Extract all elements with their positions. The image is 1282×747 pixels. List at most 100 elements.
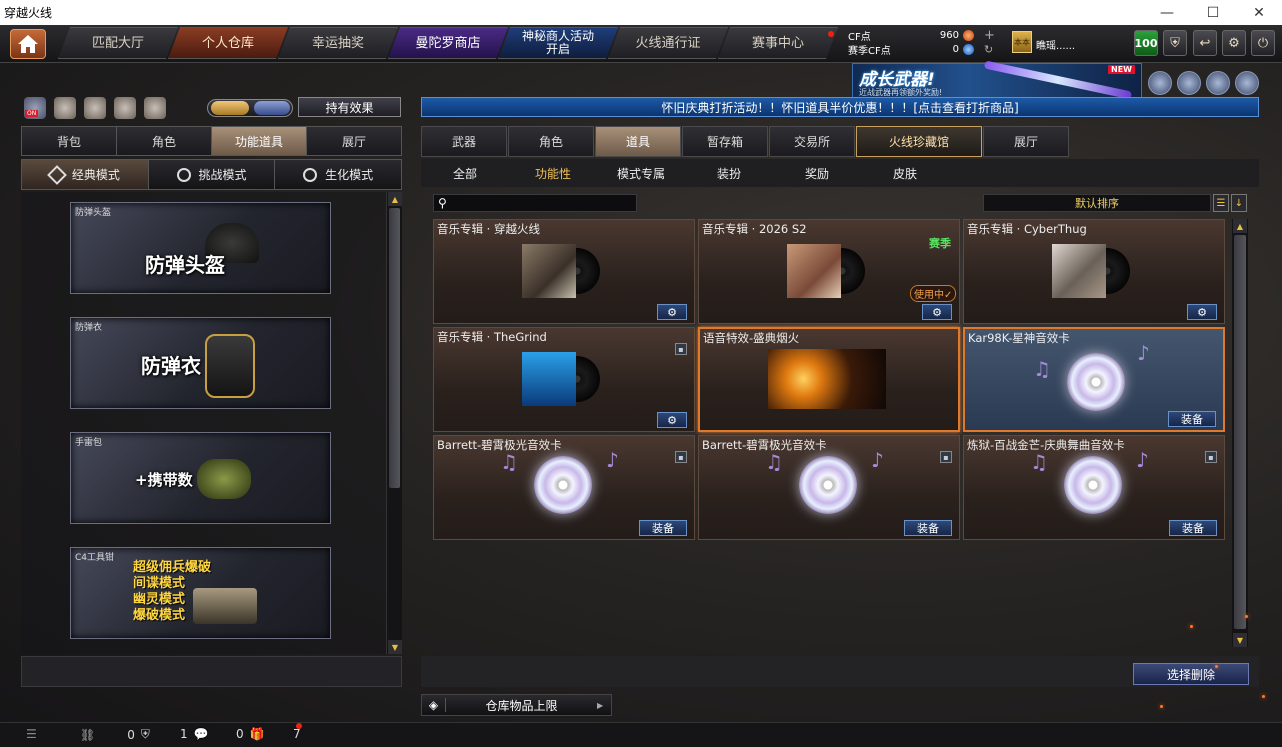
tab-mystery-merchant[interactable]: 神秘商人活动开启 xyxy=(498,27,618,59)
item-card[interactable]: 音乐专辑 · CyberThug ⚙ xyxy=(963,219,1225,324)
list-item[interactable]: 手雷包 +携带数 xyxy=(70,432,331,524)
list-item[interactable]: 防弹头盔 防弹头盔 xyxy=(70,202,331,294)
left-scrollbar[interactable]: ▲ ▼ xyxy=(386,192,402,654)
equip-button[interactable]: 装备 xyxy=(1168,411,1216,427)
subtab-dressup[interactable]: 装扮 xyxy=(685,159,773,187)
item-settings-icon[interactable]: ⚙ xyxy=(657,412,687,428)
equip-button[interactable]: 装备 xyxy=(639,520,687,536)
gifts-counter[interactable]: 0 🎁 xyxy=(236,727,265,741)
scroll-thumb[interactable] xyxy=(1234,235,1246,629)
equip-button[interactable]: 装备 xyxy=(904,520,952,536)
notifications-counter[interactable]: 7 xyxy=(293,727,301,741)
home-icon xyxy=(18,35,38,53)
tab-collection-hall[interactable]: 火线珍藏馆 xyxy=(856,126,982,157)
select-delete-button[interactable]: 选择删除 xyxy=(1133,663,1249,685)
refresh-icon[interactable]: ↻ xyxy=(984,43,993,56)
power-icon[interactable]: ⏻ xyxy=(1251,30,1275,56)
right-tabs: 武器 角色 道具 暂存箱 交易所 火线珍藏馆 展厅 xyxy=(421,126,1070,157)
item-settings-icon[interactable]: ⚙ xyxy=(657,304,687,320)
storage-limit-button[interactable]: ◈ 仓库物品上限 ▶ xyxy=(421,694,612,716)
mode-biohazard[interactable]: 生化模式 xyxy=(275,160,402,189)
item-card[interactable]: 音乐专辑 · TheGrind ▪ ⚙ xyxy=(433,327,695,432)
tab-mandala-shop[interactable]: 曼陀罗商店 xyxy=(388,27,508,59)
item-card[interactable]: 语音特效-盛典烟火 xyxy=(698,327,960,432)
badge-icon-1[interactable] xyxy=(1148,71,1172,95)
scroll-thumb[interactable] xyxy=(389,208,400,488)
cycle-icon[interactable] xyxy=(84,97,106,119)
badge-icon-3[interactable] xyxy=(1206,71,1230,95)
settings-gear-icon[interactable]: ⚙ xyxy=(1222,30,1246,56)
item-card[interactable]: 炼狱-百战金芒-庆典舞曲音效卡 ▪ ♫ ♪ 装备 xyxy=(963,435,1225,540)
scroll-up-icon[interactable]: ▲ xyxy=(388,192,402,206)
effect-button[interactable]: 持有效果 xyxy=(298,97,401,117)
tab-functional-items[interactable]: 功能道具 xyxy=(212,127,307,155)
list-view-icon[interactable]: ☰ xyxy=(1213,194,1229,212)
list-item[interactable]: 防弹衣 防弹衣 xyxy=(70,317,331,409)
tab-characters[interactable]: 角色 xyxy=(508,126,594,157)
item-card[interactable]: Kar98K-星神音效卡 ♫ ♪ 装备 xyxy=(963,327,1225,432)
promo-marquee[interactable]: 怀旧庆典打折活动！！怀旧道具半价优惠！！！[点击查看打折商品] xyxy=(421,97,1259,117)
tab-personal-warehouse[interactable]: 个人仓库 xyxy=(168,27,288,59)
messages-counter[interactable]: 1 💬 xyxy=(180,727,209,741)
disc-icon xyxy=(534,456,592,514)
close-button[interactable]: ✕ xyxy=(1236,0,1282,25)
tab-exchange[interactable]: 交易所 xyxy=(769,126,855,157)
fireworks-art xyxy=(768,349,886,409)
bag-icon[interactable] xyxy=(144,97,166,119)
ember-decoration xyxy=(1245,615,1248,618)
shield-icon xyxy=(254,101,290,115)
badge-icon-4[interactable] xyxy=(1235,71,1259,95)
scroll-down-icon[interactable]: ▼ xyxy=(1233,633,1247,647)
subtab-skins[interactable]: 皮肤 xyxy=(861,159,949,187)
search-input[interactable]: ⚲ xyxy=(433,194,637,212)
tab-backpack[interactable]: 背包 xyxy=(22,127,117,155)
mode-classic[interactable]: 经典模式 xyxy=(22,160,149,189)
list-item[interactable]: C4工具钳 超级佣兵爆破 间谍模式 幽灵模式 爆破模式 xyxy=(70,547,331,639)
maximize-button[interactable]: ☐ xyxy=(1190,0,1236,25)
tab-battle-pass[interactable]: 火线通行证 xyxy=(608,27,728,59)
view-toggle[interactable] xyxy=(207,99,293,117)
subtab-mode-exclusive[interactable]: 模式专属 xyxy=(597,159,685,187)
tab-event-center[interactable]: 赛事中心 xyxy=(718,27,838,59)
tab-right-showroom[interactable]: 展厅 xyxy=(983,126,1069,157)
music-note-icon: ♪ xyxy=(1137,341,1150,365)
tab-character[interactable]: 角色 xyxy=(117,127,212,155)
add-icon[interactable]: + xyxy=(984,28,995,43)
minimize-button[interactable]: — xyxy=(1144,0,1190,25)
back-icon[interactable]: ↩ xyxy=(1193,30,1217,56)
item-card[interactable]: Barrett-碧霄极光音效卡 ▪ ♫ ♪ 装备 xyxy=(433,435,695,540)
subtab-functional[interactable]: 功能性 xyxy=(509,159,597,187)
item-settings-icon[interactable]: ⚙ xyxy=(1187,304,1217,320)
tab-weapons[interactable]: 武器 xyxy=(421,126,507,157)
scroll-up-icon[interactable]: ▲ xyxy=(1233,219,1247,233)
item-card[interactable]: Barrett-碧霄极光音效卡 ▪ ♫ ♪ 装备 xyxy=(698,435,960,540)
tab-match-lobby[interactable]: 匹配大厅 xyxy=(58,27,178,59)
left-item-list: 防弹头盔 防弹头盔 防弹衣 防弹衣 手雷包 +携带数 C4工具钳 超级佣兵爆破 … xyxy=(21,192,386,654)
stats-icon[interactable] xyxy=(54,97,76,119)
tab-lucky-draw[interactable]: 幸运抽奖 xyxy=(278,27,398,59)
promo-banner[interactable]: 成长武器! 近战武器再领额外奖励! NEW xyxy=(852,60,1142,100)
friends-counter[interactable]: ⛓ 0 ⛨ xyxy=(80,727,150,742)
item-card[interactable]: 音乐专辑 · 2026 S2 赛季 使用中✓ ⚙ xyxy=(698,219,960,324)
badge-icon-2[interactable] xyxy=(1177,71,1201,95)
item-settings-icon[interactable]: ⚙ xyxy=(922,304,952,320)
count-1: 0 xyxy=(127,727,135,742)
shield-menu-icon[interactable]: ⛨ xyxy=(1163,30,1187,56)
character-icon[interactable] xyxy=(114,97,136,119)
sort-select[interactable]: 默认排序 xyxy=(983,194,1211,212)
item-card[interactable]: 音乐专辑 · 穿越火线 ⚙ xyxy=(433,219,695,324)
tab-showroom[interactable]: 展厅 xyxy=(307,127,401,155)
scroll-down-icon[interactable]: ▼ xyxy=(388,640,402,654)
tab-storage-box[interactable]: 暂存箱 xyxy=(682,126,768,157)
equip-button[interactable]: 装备 xyxy=(1169,520,1217,536)
menu-list-icon[interactable]: ☰ xyxy=(26,727,37,741)
subtab-all[interactable]: 全部 xyxy=(421,159,509,187)
right-scrollbar[interactable]: ▲ ▼ xyxy=(1232,219,1248,647)
tab-items[interactable]: 道具 xyxy=(595,126,681,157)
sort-direction-icon[interactable]: ↓ xyxy=(1231,194,1247,212)
subtab-rewards[interactable]: 奖励 xyxy=(773,159,861,187)
home-button[interactable] xyxy=(10,29,46,59)
toggle-on-icon[interactable]: ON xyxy=(24,97,46,119)
status-bar: ☰ ⛓ 0 ⛨ 1 💬 0 🎁 7 xyxy=(0,722,1282,747)
mode-challenge[interactable]: 挑战模式 xyxy=(148,160,276,189)
